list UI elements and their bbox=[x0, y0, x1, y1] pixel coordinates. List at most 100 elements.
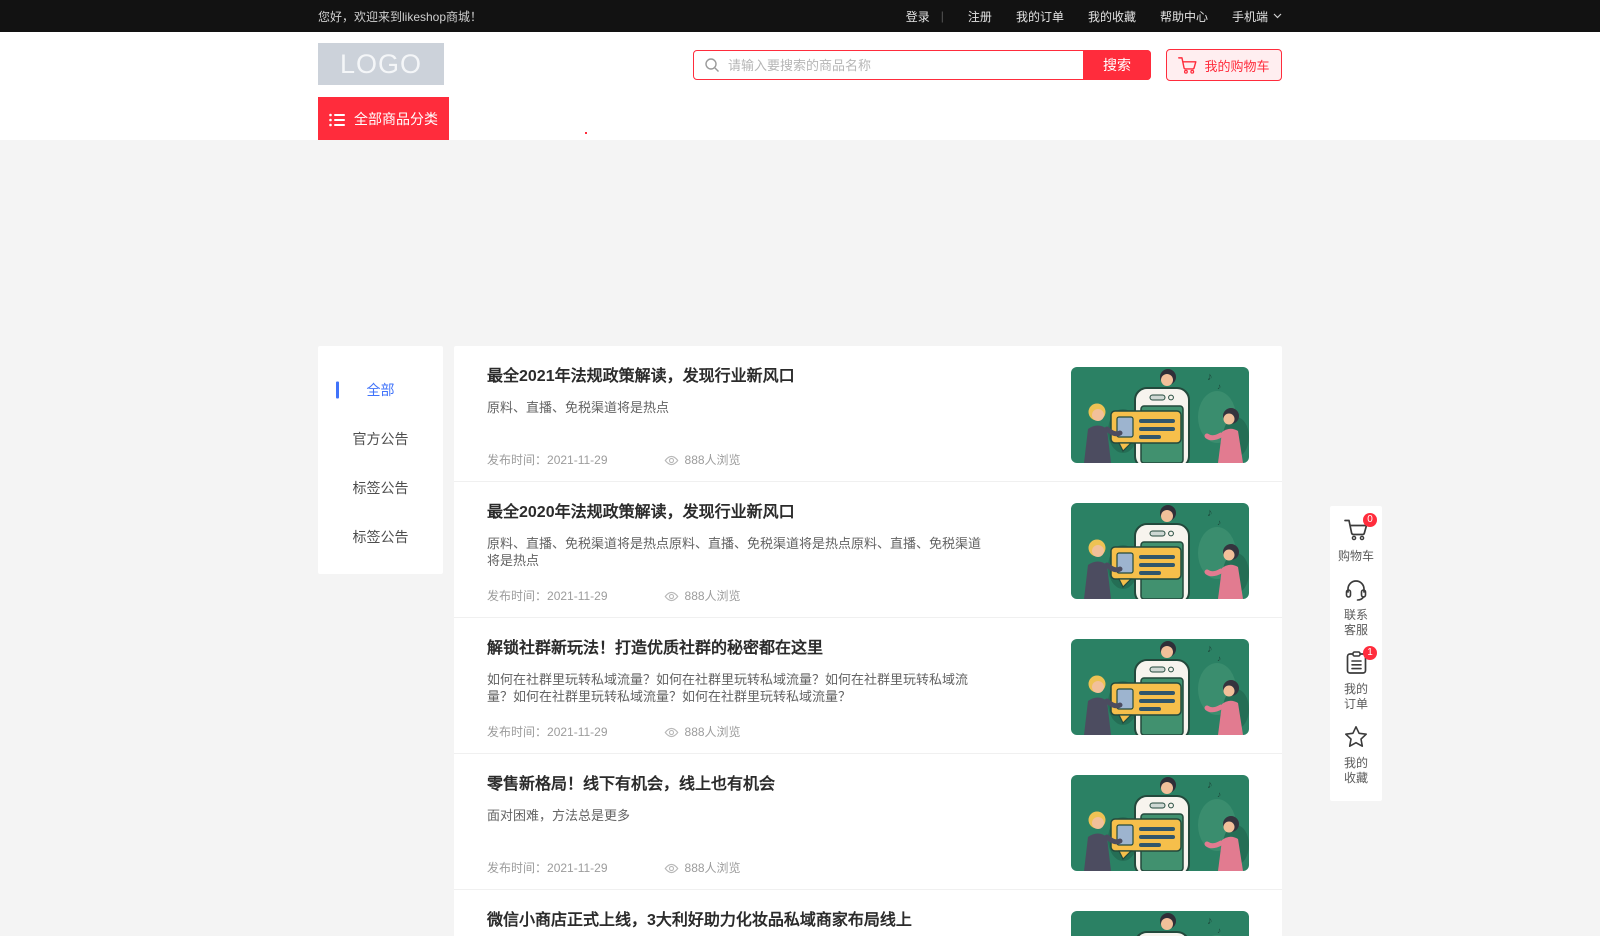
svg-text:♪: ♪ bbox=[1217, 382, 1221, 391]
eye-icon bbox=[664, 453, 679, 467]
article-title[interactable]: 微信小商店正式上线，3大利好助力化妆品私域商家布局线上 bbox=[487, 911, 1041, 930]
topbar-link[interactable]: 登录 bbox=[906, 8, 944, 25]
topbar-link-label: 登录 bbox=[906, 8, 930, 25]
publish-time: 发布时间：2021-11-29 bbox=[487, 451, 608, 468]
topbar-link[interactable]: 手机端 bbox=[1232, 8, 1282, 25]
article-text: 最全2021年法规政策解读，发现行业新风口 原料、直播、免税渠道将是热点 发布时… bbox=[487, 367, 1071, 468]
svg-text:♪: ♪ bbox=[1207, 779, 1213, 791]
article-meta: 发布时间：2021-11-29 888人浏览 bbox=[487, 451, 1041, 468]
view-count: 888人浏览 bbox=[664, 587, 741, 604]
topbar-link-label: 帮助中心 bbox=[1160, 8, 1208, 25]
topbar-link[interactable]: 注册 bbox=[968, 8, 992, 25]
search-input[interactable] bbox=[720, 52, 1083, 78]
article-thumbnail[interactable]: ♪ ♪ bbox=[1071, 639, 1249, 735]
article-desc: 如何在社群里玩转私域流量？如何在社群里玩转私域流量？如何在社群里玩转私域流量？如… bbox=[487, 671, 982, 705]
logo[interactable]: LOGO bbox=[318, 43, 444, 85]
view-count-label: 888人浏览 bbox=[685, 451, 741, 468]
view-count: 888人浏览 bbox=[664, 859, 741, 876]
active-indicator bbox=[336, 381, 339, 398]
topbar-link-label: 我的订单 bbox=[1016, 8, 1064, 25]
headset-icon bbox=[1344, 577, 1368, 601]
article-row[interactable]: 微信小商店正式上线，3大利好助力化妆品私域商家布局线上 bbox=[454, 890, 1282, 936]
all-categories-button[interactable]: 全部商品分类 bbox=[318, 97, 449, 140]
article-desc: 面对困难，方法总是更多 bbox=[487, 807, 982, 824]
svg-text:♪: ♪ bbox=[1217, 654, 1221, 663]
eye-icon bbox=[664, 861, 679, 875]
all-categories-label: 全部商品分类 bbox=[354, 109, 438, 129]
svg-text:♪: ♪ bbox=[1217, 790, 1221, 799]
article-meta: 发布时间：2021-11-29 888人浏览 bbox=[487, 859, 1041, 876]
article-row[interactable]: 最全2021年法规政策解读，发现行业新风口 原料、直播、免税渠道将是热点 发布时… bbox=[454, 346, 1282, 482]
article-desc: 原料、直播、免税渠道将是热点 bbox=[487, 399, 982, 416]
float-item-label: 购物车 bbox=[1330, 549, 1382, 564]
publish-time: 发布时间：2021-11-29 bbox=[487, 723, 608, 740]
float-item[interactable]: 1 我的 订单 bbox=[1330, 651, 1382, 712]
cart-button[interactable]: 我的购物车 bbox=[1166, 49, 1282, 81]
eye-icon bbox=[664, 725, 679, 739]
topbar-links: 登录 注册 我的订单 我的收藏 帮助中心 手机端 bbox=[906, 8, 1282, 25]
article-illustration: ♪ ♪ bbox=[1071, 503, 1249, 599]
svg-text:♪: ♪ bbox=[1207, 915, 1213, 927]
article-row[interactable]: 零售新格局！线下有机会，线上也有机会 面对困难，方法总是更多 发布时间：2021… bbox=[454, 754, 1282, 890]
publish-time: 发布时间：2021-11-29 bbox=[487, 859, 608, 876]
article-title[interactable]: 解锁社群新玩法！打造优质社群的秘密都在这里 bbox=[487, 639, 1041, 658]
float-toolbar: 0 购物车 联系 客服 1 我的 订单 bbox=[1330, 506, 1382, 801]
topbar-link[interactable]: 我的收藏 bbox=[1088, 8, 1136, 25]
svg-text:♪: ♪ bbox=[1217, 926, 1221, 935]
article-thumbnail[interactable]: ♪ ♪ bbox=[1071, 911, 1249, 936]
article-text: 零售新格局！线下有机会，线上也有机会 面对困难，方法总是更多 发布时间：2021… bbox=[487, 775, 1071, 876]
article-title[interactable]: 零售新格局！线下有机会，线上也有机会 bbox=[487, 775, 1041, 794]
topbar-link[interactable]: 我的订单 bbox=[1016, 8, 1064, 25]
topbar-link-label: 手机端 bbox=[1232, 8, 1268, 25]
float-item-label: 我的 订单 bbox=[1330, 682, 1382, 712]
article-title[interactable]: 最全2021年法规政策解读，发现行业新风口 bbox=[487, 367, 1041, 386]
cart-button-label: 我的购物车 bbox=[1204, 56, 1269, 75]
sidebar-item[interactable]: 官方公告 bbox=[318, 414, 443, 463]
article-thumbnail[interactable]: ♪ ♪ bbox=[1071, 503, 1249, 599]
article-illustration: ♪ ♪ bbox=[1071, 775, 1249, 871]
article-row[interactable]: 解锁社群新玩法！打造优质社群的秘密都在这里 如何在社群里玩转私域流量？如何在社群… bbox=[454, 618, 1282, 754]
welcome-text: 您好，欢迎来到likeshop商城！ bbox=[318, 8, 482, 25]
view-count-label: 888人浏览 bbox=[685, 587, 741, 604]
publish-time: 发布时间：2021-11-29 bbox=[487, 587, 608, 604]
topbar-link-label: 我的收藏 bbox=[1088, 8, 1136, 25]
nav-items bbox=[472, 97, 624, 140]
float-item[interactable]: 0 购物车 bbox=[1330, 518, 1382, 564]
count-badge: 1 bbox=[1363, 646, 1377, 660]
sidebar-item[interactable]: 标签公告 bbox=[318, 512, 443, 561]
topbar-link-label: 注册 bbox=[968, 8, 992, 25]
search-icon bbox=[704, 57, 720, 73]
article-thumbnail[interactable]: ♪ ♪ bbox=[1071, 775, 1249, 871]
topbar-link[interactable]: 帮助中心 bbox=[1160, 8, 1208, 25]
sidebar-item-label: 全部 bbox=[367, 380, 395, 400]
sidebar-item[interactable]: 全部 bbox=[318, 365, 443, 414]
search-button[interactable]: 搜索 bbox=[1083, 50, 1151, 80]
eye-icon bbox=[664, 589, 679, 603]
article-title[interactable]: 最全2020年法规政策解读，发现行业新风口 bbox=[487, 503, 1041, 522]
article-text: 最全2020年法规政策解读，发现行业新风口 原料、直播、免税渠道将是热点原料、直… bbox=[487, 503, 1071, 604]
float-item-label: 联系 客服 bbox=[1330, 608, 1382, 638]
article-meta: 发布时间：2021-11-29 888人浏览 bbox=[487, 587, 1041, 604]
float-item[interactable]: 联系 客服 bbox=[1330, 577, 1382, 638]
sidebar-item[interactable]: 标签公告 bbox=[318, 463, 443, 512]
article-thumbnail[interactable]: ♪ ♪ bbox=[1071, 367, 1249, 463]
article-row[interactable]: 最全2020年法规政策解读，发现行业新风口 原料、直播、免税渠道将是热点原料、直… bbox=[454, 482, 1282, 618]
header: LOGO 搜索 我的购物车 bbox=[0, 32, 1600, 97]
topbar: 您好，欢迎来到likeshop商城！ 登录 注册 我的订单 我的收藏 帮助中心 手机端 bbox=[0, 0, 1600, 32]
view-count-label: 888人浏览 bbox=[685, 859, 741, 876]
category-list-icon bbox=[329, 110, 345, 126]
sidebar-item-label: 标签公告 bbox=[353, 527, 409, 547]
view-count: 888人浏览 bbox=[664, 723, 741, 740]
article-illustration: ♪ ♪ bbox=[1071, 639, 1249, 735]
view-count-label: 888人浏览 bbox=[685, 723, 741, 740]
svg-text:♪: ♪ bbox=[1207, 371, 1213, 383]
svg-text:♪: ♪ bbox=[1207, 507, 1213, 519]
float-item[interactable]: 我的 收藏 bbox=[1330, 725, 1382, 786]
sidebar-item-label: 标签公告 bbox=[353, 478, 409, 498]
cart-icon bbox=[1178, 56, 1197, 74]
category-sidebar: 全部 官方公告 标签公告 标签公告 bbox=[318, 346, 443, 574]
main-nav: 全部商品分类 bbox=[0, 97, 1600, 140]
float-item-label: 我的 收藏 bbox=[1330, 756, 1382, 786]
article-meta: 发布时间：2021-11-29 888人浏览 bbox=[487, 723, 1041, 740]
count-badge: 0 bbox=[1363, 513, 1377, 527]
